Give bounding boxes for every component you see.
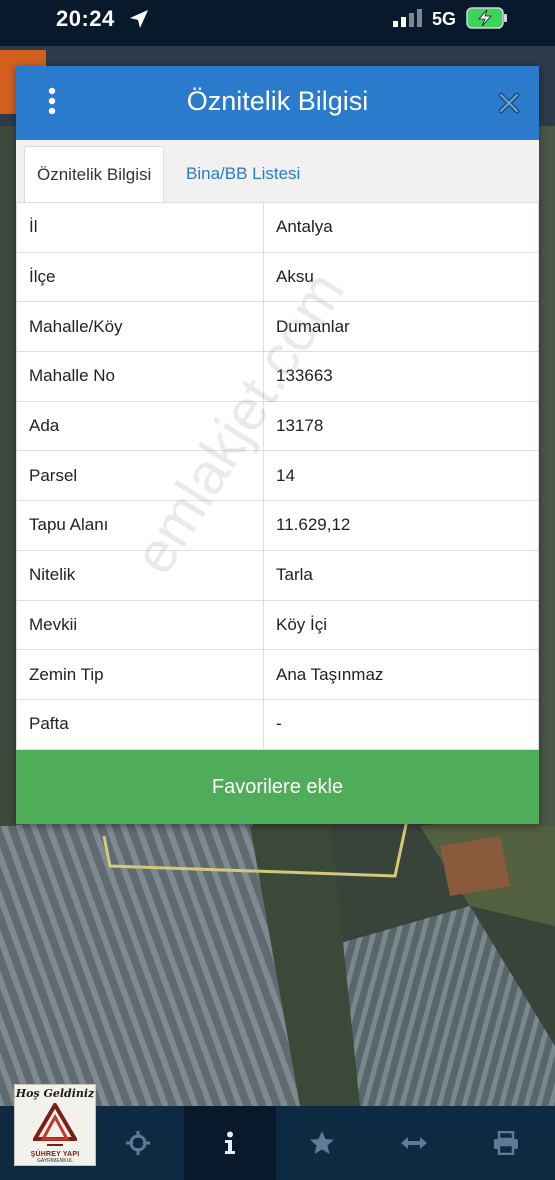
tab-building-list[interactable]: Bina/BB Listesi <box>174 146 312 202</box>
close-icon[interactable] <box>494 88 524 118</box>
table-row: Mahalle No 133663 <box>16 351 539 402</box>
nav-measure[interactable] <box>368 1106 460 1180</box>
row-value: 11.629,12 <box>263 500 539 551</box>
location-arrow-icon <box>128 8 150 35</box>
table-row: Tapu Alanı 11.629,12 <box>16 500 539 551</box>
dialog-header: Öznitelik Bilgisi <box>16 66 539 140</box>
nav-locate[interactable] <box>92 1106 184 1180</box>
row-value: Ana Taşınmaz <box>263 649 539 700</box>
row-key: Mahalle/Köy <box>16 301 264 353</box>
row-value: 133663 <box>263 351 539 402</box>
attribute-table: İl Antalya İlçe Aksu Mahalle/Köy Dumanla… <box>16 202 539 750</box>
row-key: İl <box>16 202 264 253</box>
info-icon <box>225 1131 235 1154</box>
status-time: 20:24 <box>56 6 115 31</box>
logo-company-name: ŞÜHREY YAPI <box>30 1151 80 1158</box>
row-value: Dumanlar <box>263 301 539 353</box>
tab-strip: Öznitelik Bilgisi Bina/BB Listesi <box>16 140 539 204</box>
table-row: Parsel 14 <box>16 450 539 502</box>
dialog-title: Öznitelik Bilgisi <box>186 86 369 116</box>
battery-charging-icon <box>466 6 508 35</box>
row-key: Mahalle No <box>16 351 264 402</box>
signal-strength-icon <box>393 9 423 32</box>
row-value: 14 <box>263 450 539 502</box>
logo-emblem-icon <box>33 1103 77 1146</box>
table-row: Zemin Tip Ana Taşınmaz <box>16 649 539 700</box>
tab-attributes[interactable]: Öznitelik Bilgisi <box>24 146 165 204</box>
network-type-label: 5G <box>432 9 457 29</box>
row-value: Antalya <box>263 202 539 253</box>
crosshair-icon <box>126 1131 150 1155</box>
star-icon <box>310 1131 334 1154</box>
table-row: İlçe Aksu <box>16 251 539 303</box>
logo-subtitle: GAYRİMENKUL <box>36 1158 74 1164</box>
attribute-dialog: Öznitelik Bilgisi Öznitelik Bilgisi Bina… <box>16 66 539 824</box>
row-value: Köy İçi <box>263 599 539 651</box>
measure-arrows-icon <box>401 1137 427 1149</box>
row-key: Pafta <box>16 698 264 750</box>
table-row: İl Antalya <box>16 202 539 253</box>
row-key: Zemin Tip <box>16 649 264 700</box>
company-logo: Hoş Geldiniz ŞÜHREY YAPI GAYRİMENKUL <box>14 1084 96 1166</box>
row-key: Nitelik <box>16 549 264 601</box>
row-value: Aksu <box>263 251 539 303</box>
nav-info[interactable] <box>184 1106 276 1180</box>
logo-greeting: Hoş Geldiniz <box>15 1087 95 1100</box>
table-row: Pafta - <box>16 698 539 750</box>
nav-print[interactable] <box>460 1106 552 1180</box>
table-row: Ada 13178 <box>16 400 539 452</box>
row-key: Ada <box>16 400 264 452</box>
nav-favorites[interactable] <box>276 1106 368 1180</box>
row-value: Tarla <box>263 549 539 601</box>
row-key: Mevkii <box>16 599 264 651</box>
table-row: Mahalle/Köy Dumanlar <box>16 301 539 353</box>
table-row: Mevkii Köy İçi <box>16 599 539 651</box>
row-key: Parsel <box>16 450 264 502</box>
table-row: Nitelik Tarla <box>16 549 539 601</box>
row-key: Tapu Alanı <box>16 500 264 551</box>
add-to-favorites-button[interactable]: Favorilere ekle <box>16 750 539 824</box>
row-value: 13178 <box>263 400 539 452</box>
printer-icon <box>494 1131 518 1155</box>
row-value: - <box>263 698 539 750</box>
row-key: İlçe <box>16 251 264 303</box>
app-screen: 20:24 5G Öznitelik Bilgisi Öznitelik Bil… <box>0 0 555 1180</box>
status-bar: 20:24 5G <box>0 0 555 46</box>
